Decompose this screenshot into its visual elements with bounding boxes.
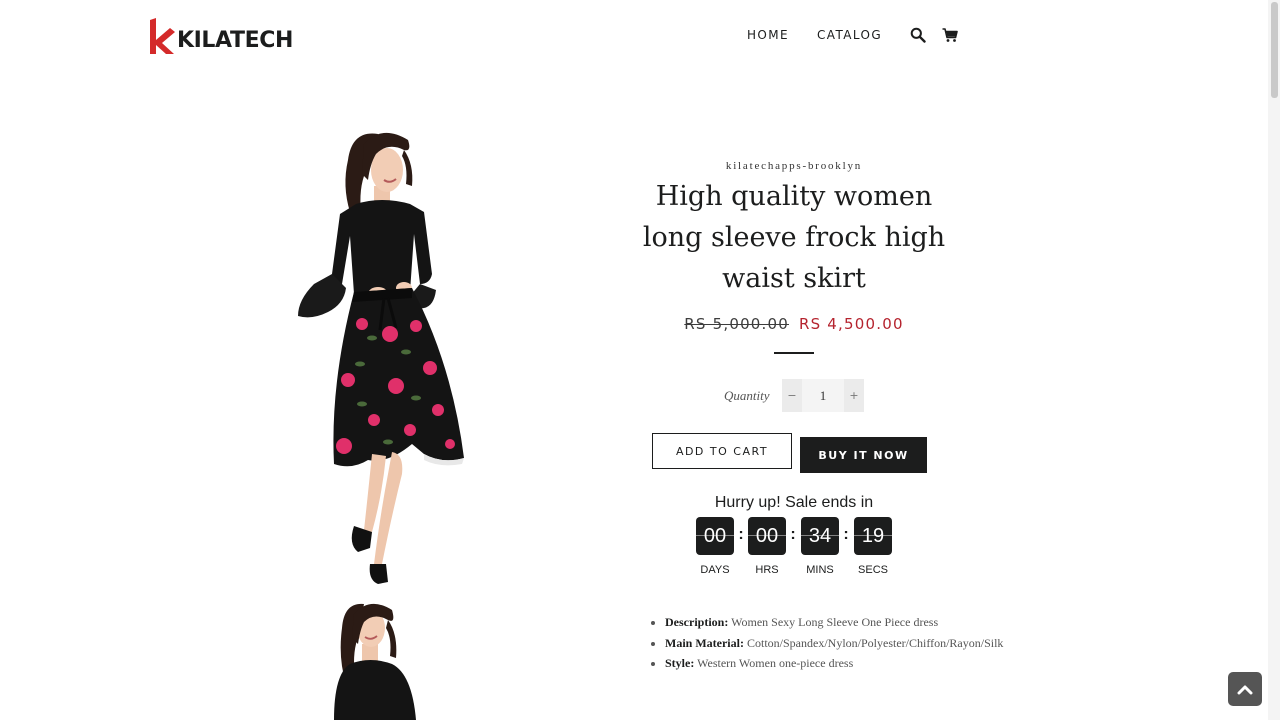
quantity-input[interactable] bbox=[802, 379, 844, 412]
nav-home[interactable]: HOME bbox=[747, 25, 789, 45]
timer-hours-label: HRS bbox=[755, 564, 779, 576]
price-row: RS 5,000.00 RS 4,500.00 bbox=[652, 315, 936, 333]
quantity-increase-button[interactable]: + bbox=[844, 379, 864, 412]
timer-days: 00 DAYS bbox=[696, 517, 734, 576]
chevron-up-icon bbox=[1237, 685, 1253, 695]
description-key: Description: bbox=[665, 615, 729, 629]
logo-text: KILATECH bbox=[177, 28, 293, 53]
quantity-decrease-button[interactable]: − bbox=[782, 379, 802, 412]
buy-now-button[interactable]: BUY IT NOW bbox=[800, 437, 927, 473]
title-line: waist skirt bbox=[722, 263, 866, 294]
page-scrollbar[interactable] bbox=[1268, 0, 1280, 720]
description-value: Women Sexy Long Sleeve One Piece dress bbox=[731, 615, 939, 629]
scrollbar-thumb[interactable] bbox=[1271, 2, 1278, 98]
logo-mark-icon bbox=[150, 18, 175, 54]
timer-separator: : bbox=[790, 526, 796, 543]
timer-seconds-value: 19 bbox=[854, 517, 892, 555]
timer-seconds: 19 SECS bbox=[854, 517, 892, 576]
description-key: Style: bbox=[665, 656, 695, 670]
timer-days-value: 00 bbox=[696, 517, 734, 555]
timer-hours: 00 HRS bbox=[748, 517, 786, 576]
timer-separator: : bbox=[738, 526, 744, 543]
product-thumbnail[interactable] bbox=[320, 598, 426, 720]
quantity-label: Quantity bbox=[724, 388, 770, 403]
compare-price: RS 5,000.00 bbox=[684, 315, 790, 333]
product-description-list: Description: Women Sexy Long Sleeve One … bbox=[652, 612, 1025, 674]
product-main-image[interactable] bbox=[292, 124, 468, 588]
product-title: High quality women long sleeve frock hig… bbox=[640, 176, 948, 299]
search-icon[interactable] bbox=[910, 27, 926, 43]
timer-days-label: DAYS bbox=[700, 564, 730, 576]
sale-timer-heading: Hurry up! Sale ends in bbox=[714, 494, 874, 511]
quantity-stepper: − + bbox=[782, 379, 864, 412]
site-logo[interactable]: KILATECH bbox=[149, 14, 293, 54]
price-divider bbox=[774, 352, 814, 354]
timer-minutes-value: 34 bbox=[801, 517, 839, 555]
sale-price: RS 4,500.00 bbox=[798, 315, 904, 333]
timer-seconds-label: SECS bbox=[858, 564, 888, 576]
title-line: long sleeve frock high bbox=[642, 222, 946, 253]
description-item: Style: Western Women one-piece dress bbox=[665, 653, 1025, 674]
add-to-cart-button[interactable]: ADD TO CART bbox=[652, 433, 792, 469]
timer-minutes-label: MINS bbox=[806, 564, 834, 576]
title-line: High quality women bbox=[655, 181, 933, 212]
main-nav: HOME CATALOG bbox=[747, 25, 974, 45]
product-vendor[interactable]: kilatechapps-brooklyn bbox=[652, 160, 936, 172]
scroll-to-top-button[interactable] bbox=[1228, 672, 1262, 706]
nav-catalog[interactable]: CATALOG bbox=[817, 25, 882, 45]
timer-hours-value: 00 bbox=[748, 517, 786, 555]
description-key: Main Material: bbox=[665, 635, 744, 650]
timer-minutes: 34 MINS bbox=[801, 517, 839, 576]
timer-separator: : bbox=[843, 526, 849, 543]
cart-icon[interactable] bbox=[942, 27, 958, 43]
description-value: Western Women one-piece dress bbox=[697, 656, 854, 670]
description-value: Cotton/Spandex/Nylon/Polyester/Chiffon/R… bbox=[746, 635, 1004, 650]
description-item: Description: Women Sexy Long Sleeve One … bbox=[665, 612, 1025, 633]
description-item: Main Material: Cotton/Spandex/Nylon/Poly… bbox=[665, 633, 1025, 654]
